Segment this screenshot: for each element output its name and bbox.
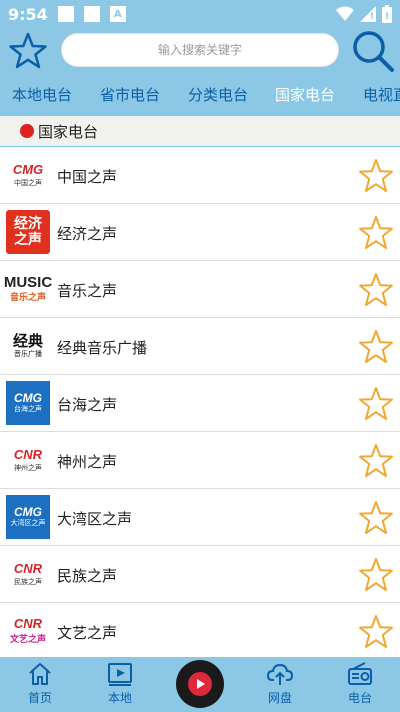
logo-text: CNR bbox=[13, 446, 43, 462]
nav-local[interactable]: 本地 bbox=[90, 661, 150, 711]
station-name: 台海之声 bbox=[57, 396, 118, 414]
station-logo: CMG 台海之声 bbox=[6, 381, 50, 425]
notification-a-icon: A bbox=[109, 6, 126, 22]
logo-text: 经济 bbox=[14, 216, 42, 232]
station-name: 音乐之声 bbox=[57, 282, 118, 300]
section-title: 国家电台 bbox=[38, 122, 99, 141]
category-tabs: 本地电台 省市电台 分类电台 国家电台 电视直 bbox=[0, 74, 400, 114]
logo-text: CMG bbox=[14, 505, 42, 519]
favorite-star-icon[interactable] bbox=[358, 443, 394, 479]
search-icon[interactable] bbox=[350, 28, 396, 74]
section-header: 国家电台 bbox=[0, 116, 400, 146]
logo-subtext: 音乐之声 bbox=[9, 292, 46, 303]
station-row[interactable]: CMG 中国之声 中国之声 bbox=[0, 147, 400, 204]
station-name: 经典音乐广播 bbox=[57, 339, 148, 357]
logo-text: CNR bbox=[13, 560, 43, 576]
nav-cloud[interactable]: 网盘 bbox=[250, 661, 310, 711]
status-bar: 9:54 A ! ! bbox=[0, 0, 400, 28]
logo-subtext: 音乐广播 bbox=[14, 350, 42, 358]
status-right: ! ! bbox=[336, 5, 392, 23]
search-input[interactable] bbox=[62, 34, 338, 66]
nav-label: 网盘 bbox=[267, 691, 292, 705]
notification-icon bbox=[57, 6, 74, 22]
station-list[interactable]: CMG 中国之声 中国之声 经济 之声 经济之声 MUSIC 音乐之声 音乐之声… bbox=[0, 147, 400, 657]
favorite-star-icon[interactable] bbox=[358, 500, 394, 536]
logo-subtext: 台海之声 bbox=[14, 405, 42, 413]
station-name: 文艺之声 bbox=[57, 624, 118, 642]
logo-subtext: 民族之声 bbox=[14, 577, 42, 586]
nav-home[interactable]: 首页 bbox=[10, 661, 70, 711]
header bbox=[0, 28, 400, 74]
play-icon bbox=[108, 663, 132, 686]
nav-label: 电台 bbox=[347, 691, 372, 705]
tab-local[interactable]: 本地电台 bbox=[12, 84, 72, 105]
favorite-star-icon[interactable] bbox=[358, 614, 394, 650]
favorite-star-icon[interactable] bbox=[358, 557, 394, 593]
station-row[interactable]: CMG 大湾区之声 大湾区之声 bbox=[0, 489, 400, 546]
favorite-star-icon[interactable] bbox=[358, 329, 394, 365]
station-name: 经济之声 bbox=[57, 225, 118, 243]
station-row[interactable]: CNR 文艺之声 文艺之声 bbox=[0, 603, 400, 657]
station-logo: CNR 神州之声 bbox=[6, 438, 50, 482]
station-row[interactable]: CNR 民族之声 民族之声 bbox=[0, 546, 400, 603]
station-row[interactable]: 经典 音乐广播 经典音乐广播 bbox=[0, 318, 400, 375]
station-row[interactable]: CMG 台海之声 台海之声 bbox=[0, 375, 400, 432]
radio-icon bbox=[348, 662, 372, 685]
wifi-icon bbox=[336, 6, 354, 21]
play-disc-icon bbox=[188, 672, 212, 696]
station-logo: CNR 文艺之声 bbox=[6, 609, 50, 653]
svg-text:!: ! bbox=[370, 12, 374, 22]
red-dot-icon bbox=[20, 124, 34, 138]
favorite-star-icon[interactable] bbox=[358, 386, 394, 422]
battery-icon: ! bbox=[382, 5, 392, 23]
svg-text:!: ! bbox=[385, 12, 389, 22]
station-logo: CMG 中国之声 bbox=[6, 153, 50, 197]
station-name: 大湾区之声 bbox=[57, 510, 133, 528]
notification-icon bbox=[83, 6, 100, 22]
logo-text: CNR bbox=[13, 616, 43, 631]
status-time: 9:54 bbox=[8, 4, 48, 24]
tab-category[interactable]: 分类电台 bbox=[188, 84, 248, 105]
search-box[interactable] bbox=[61, 33, 339, 67]
favorites-star-icon[interactable] bbox=[8, 31, 48, 71]
station-row[interactable]: MUSIC 音乐之声 音乐之声 bbox=[0, 261, 400, 318]
tab-province[interactable]: 省市电台 bbox=[100, 84, 160, 105]
logo-subtext: 中国之声 bbox=[14, 178, 42, 187]
station-logo: 经典 音乐广播 bbox=[6, 324, 50, 368]
station-logo: MUSIC 音乐之声 bbox=[3, 267, 53, 311]
logo-subtext: 大湾区之声 bbox=[10, 519, 46, 527]
favorite-star-icon[interactable] bbox=[358, 272, 394, 308]
play-triangle-icon bbox=[197, 679, 205, 689]
now-playing-disc-button[interactable] bbox=[176, 660, 224, 708]
station-row[interactable]: 经济 之声 经济之声 bbox=[0, 204, 400, 261]
station-name: 中国之声 bbox=[57, 168, 118, 186]
logo-subtext: 文艺之声 bbox=[9, 635, 46, 645]
logo-text: CMG bbox=[12, 161, 44, 177]
station-logo: CMG 大湾区之声 bbox=[6, 495, 50, 539]
logo-text: 经典 bbox=[12, 332, 43, 350]
station-name: 神州之声 bbox=[57, 453, 118, 471]
station-logo: 经济 之声 bbox=[6, 210, 50, 254]
station-logo: CNR 民族之声 bbox=[6, 552, 50, 596]
signal-icon: ! bbox=[360, 6, 376, 22]
favorite-star-icon[interactable] bbox=[358, 215, 394, 251]
nav-label: 首页 bbox=[27, 691, 52, 705]
home-icon bbox=[29, 663, 51, 685]
logo-text: CMG bbox=[14, 391, 42, 405]
logo-text: MUSIC bbox=[3, 273, 53, 291]
logo-subtext: 神州之声 bbox=[14, 463, 42, 472]
tab-national[interactable]: 国家电台 bbox=[275, 84, 335, 105]
favorite-star-icon[interactable] bbox=[358, 158, 394, 194]
nav-radio[interactable]: 电台 bbox=[330, 661, 390, 711]
nav-label: 本地 bbox=[107, 691, 132, 705]
tab-tv[interactable]: 电视直 bbox=[363, 84, 400, 105]
station-name: 民族之声 bbox=[57, 567, 118, 585]
logo-subtext: 之声 bbox=[14, 232, 42, 248]
cloud-upload-icon bbox=[267, 663, 293, 685]
station-row[interactable]: CNR 神州之声 神州之声 bbox=[0, 432, 400, 489]
